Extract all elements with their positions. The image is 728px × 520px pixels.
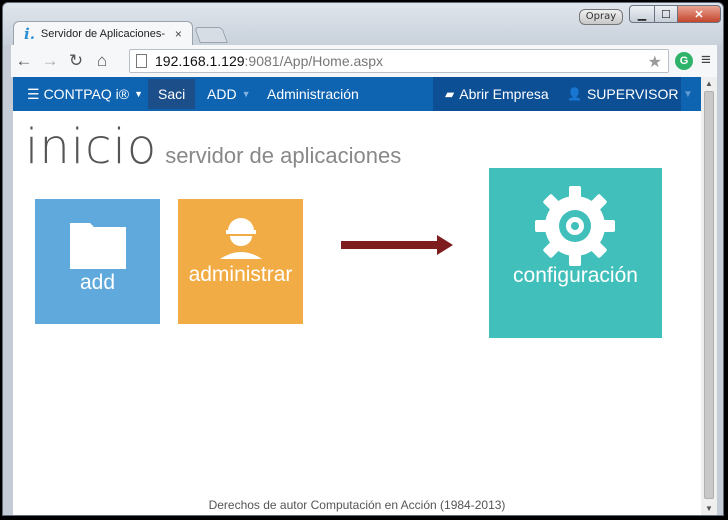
folder-icon — [70, 223, 126, 269]
page-heading: inicio servidor de aplicaciones — [25, 119, 401, 175]
scroll-down-icon[interactable]: ▼ — [705, 504, 713, 513]
page-icon — [136, 54, 147, 68]
forward-arrow-icon[interactable]: → — [37, 51, 63, 71]
user-menu[interactable]: 👤 SUPERVISOR — [567, 77, 679, 111]
page-title: inicio — [25, 119, 158, 175]
nav-add-label: ADD — [207, 86, 237, 102]
tile-administrar[interactable]: administrar — [178, 199, 303, 324]
user-icon: 👤 — [567, 87, 582, 101]
back-arrow-icon[interactable]: ← — [11, 51, 37, 71]
tile-administrar-label: administrar — [188, 263, 293, 286]
page-subtitle: servidor de aplicaciones — [165, 143, 402, 168]
tile-add[interactable]: add — [35, 199, 160, 324]
browser-toolbar: ← → ↻ ⌂ 192.168.1.129:9081/App/Home.aspx… — [11, 45, 717, 77]
grid-menu-icon: ☰ — [27, 85, 40, 102]
brand-label: CONTPAQ i® — [43, 86, 130, 102]
abrir-empresa-label: Abrir Empresa — [459, 86, 549, 102]
abrir-empresa-button[interactable]: ▰ Abrir Empresa — [445, 77, 549, 111]
browser-tab[interactable]: i. Servidor de Aplicaciones- × — [13, 21, 193, 45]
url-path: :9081/App/Home.aspx — [244, 53, 384, 69]
bookmark-star-icon[interactable]: ★ — [648, 52, 662, 72]
home-icon[interactable]: ⌂ — [89, 51, 115, 71]
profile-badge[interactable]: Opray — [579, 9, 623, 25]
maximize-button[interactable]: ☐ — [654, 5, 678, 23]
nav-item-saci[interactable]: Saci — [148, 79, 196, 109]
arrow-icon — [341, 235, 453, 255]
page-viewport: ☰ CONTPAQ i® ▼ Saci ADD ▼ Administración… — [13, 77, 701, 515]
nav-saci-label: Saci — [158, 86, 186, 102]
chevron-down-icon: ▼ — [241, 89, 251, 99]
scroll-up-icon[interactable]: ▲ — [705, 79, 713, 88]
scrollbar-thumb[interactable] — [704, 91, 714, 499]
tile-configuracion[interactable]: configuración — [489, 168, 662, 338]
page-footer: Derechos de autor Computación en Acción … — [208, 498, 506, 512]
minimize-button[interactable]: ▁ — [629, 5, 655, 23]
reload-icon[interactable]: ↻ — [63, 51, 89, 71]
user-label: SUPERVISOR — [586, 86, 679, 102]
vertical-scrollbar[interactable]: ▲ ▼ — [701, 77, 717, 515]
tile-configuracion-label: configuración — [513, 264, 638, 287]
nav-item-administracion[interactable]: Administración — [267, 77, 359, 111]
browser-menu-icon[interactable]: ≡ — [701, 50, 711, 70]
title-bar: i. Servidor de Aplicaciones- × Opray ▁ ☐… — [3, 3, 723, 45]
tile-add-label: add — [79, 271, 116, 294]
briefcase-icon: ▰ — [445, 87, 455, 101]
chevron-down-icon: ▼ — [134, 89, 143, 99]
extension-icon[interactable]: G — [675, 52, 693, 70]
browser-window: i. Servidor de Aplicaciones- × Opray ▁ ☐… — [2, 2, 724, 516]
chevron-down-icon: ▼ — [683, 88, 693, 100]
address-bar[interactable]: 192.168.1.129:9081/App/Home.aspx ★ — [129, 49, 669, 73]
nav-item-add[interactable]: ADD ▼ — [207, 77, 250, 111]
favicon-icon: i. — [24, 24, 35, 43]
new-tab-button[interactable] — [194, 27, 228, 43]
app-navbar: ☰ CONTPAQ i® ▼ Saci ADD ▼ Administración… — [13, 77, 701, 111]
url-host: 192.168.1.129 — [155, 53, 245, 69]
brand-dropdown[interactable]: ☰ CONTPAQ i® ▼ — [27, 77, 143, 111]
worker-icon — [220, 218, 262, 259]
gear-icon — [535, 186, 615, 266]
tab-close-icon[interactable]: × — [175, 27, 182, 41]
nav-admin-label: Administración — [267, 86, 359, 102]
navbar-toggle[interactable]: ▼ — [683, 77, 693, 111]
close-window-button[interactable]: ✕ — [677, 5, 721, 23]
tab-title: Servidor de Aplicaciones- — [40, 27, 166, 40]
